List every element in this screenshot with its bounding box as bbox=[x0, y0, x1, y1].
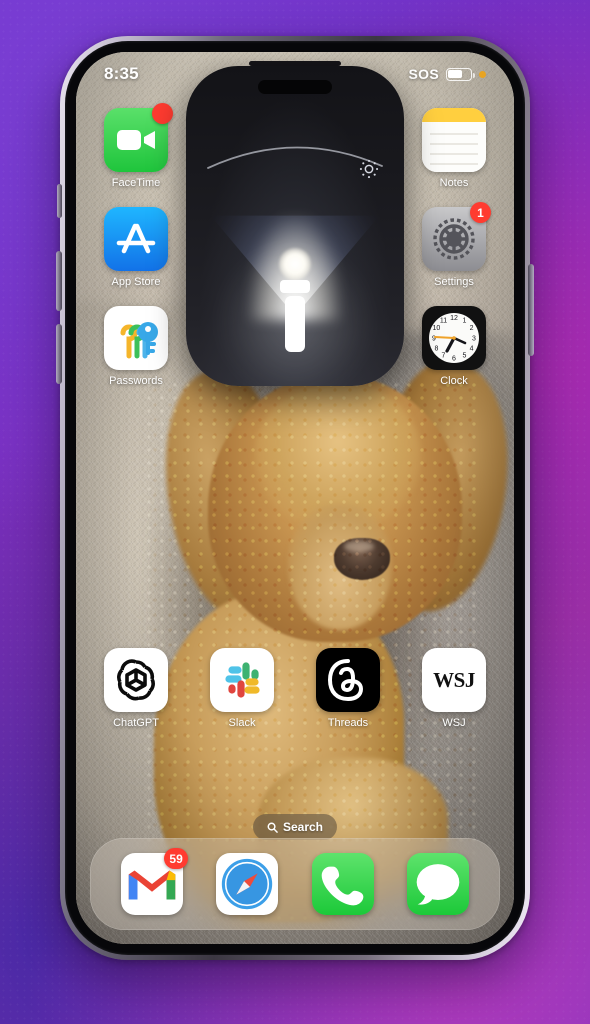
battery-icon bbox=[446, 67, 475, 81]
volume-down-button[interactable] bbox=[56, 324, 62, 384]
app-label: Settings bbox=[434, 276, 474, 288]
search-icon bbox=[267, 822, 278, 833]
status-bar-time: 8:35 bbox=[104, 64, 139, 83]
svg-text:5: 5 bbox=[463, 353, 467, 360]
dock-item-gmail[interactable]: 59 bbox=[120, 848, 188, 915]
facetime-badge bbox=[152, 103, 173, 124]
dock: 59 bbox=[90, 838, 500, 930]
dynamic-island-pill bbox=[258, 80, 332, 94]
app-label: Threads bbox=[327, 717, 369, 729]
orange-status-dot-icon bbox=[479, 70, 486, 78]
dock-item-safari[interactable] bbox=[216, 853, 279, 915]
clock-icon[interactable]: 12 1 23 45 67 89 10 11 bbox=[422, 306, 486, 370]
app-label: FaceTime bbox=[111, 177, 161, 189]
app-wsj[interactable]: WSJ WSJ bbox=[416, 648, 492, 729]
passwords-icon[interactable] bbox=[104, 306, 168, 370]
app-label: Notes bbox=[439, 177, 469, 189]
app-label: Passwords bbox=[109, 375, 163, 387]
home-screen-bottom-row: ChatGPT Slack Threads WSJ WSJ bbox=[76, 648, 514, 747]
svg-text:3: 3 bbox=[472, 335, 476, 342]
phone-screen: 8:35 SOS FaceTime Notes App Store 1 Sett… bbox=[76, 52, 514, 944]
svg-text:1: 1 bbox=[463, 318, 467, 325]
brightness-sun-icon[interactable] bbox=[358, 158, 380, 180]
messages-icon[interactable] bbox=[407, 853, 470, 915]
app-threads[interactable]: Threads bbox=[310, 648, 386, 729]
app-slack[interactable]: Slack bbox=[204, 648, 280, 729]
svg-text:12: 12 bbox=[450, 315, 458, 322]
app-clock[interactable]: 12 1 23 45 67 89 10 11 Clock bbox=[416, 306, 492, 387]
notes-icon[interactable] bbox=[422, 108, 486, 172]
settings-badge: 1 bbox=[470, 202, 491, 223]
app-label: Slack bbox=[228, 717, 256, 729]
wsj-icon[interactable]: WSJ bbox=[422, 648, 486, 712]
app-label: ChatGPT bbox=[113, 717, 159, 729]
dock-item-messages[interactable] bbox=[407, 853, 470, 915]
iphone-device-frame: 8:35 SOS FaceTime Notes App Store 1 Sett… bbox=[56, 36, 534, 960]
power-button[interactable] bbox=[528, 264, 534, 356]
chatgpt-icon[interactable] bbox=[104, 648, 168, 712]
app-label: App Store bbox=[111, 276, 161, 288]
app-notes[interactable]: Notes bbox=[416, 108, 492, 189]
phone-icon[interactable] bbox=[311, 853, 374, 915]
battery-fill bbox=[448, 69, 462, 79]
app-chatgpt[interactable]: ChatGPT bbox=[98, 648, 174, 729]
app-settings[interactable]: 1 Settings bbox=[416, 202, 492, 288]
dock-item-phone[interactable] bbox=[311, 853, 374, 915]
flashlight-icon[interactable] bbox=[271, 266, 319, 362]
svg-text:6: 6 bbox=[452, 356, 456, 363]
sos-indicator: SOS bbox=[408, 66, 439, 82]
search-label: Search bbox=[282, 820, 324, 834]
svg-text:7: 7 bbox=[442, 353, 446, 360]
status-bar-right-group: SOS bbox=[409, 66, 486, 82]
search-button[interactable]: Search bbox=[252, 814, 338, 840]
svg-text:10: 10 bbox=[433, 325, 441, 332]
gmail-badge: 59 bbox=[164, 848, 188, 869]
wsj-wordmark: WSJ bbox=[433, 667, 475, 692]
svg-text:11: 11 bbox=[440, 318, 447, 325]
flashlight-dynamic-island-overlay[interactable] bbox=[186, 66, 404, 386]
volume-up-button[interactable] bbox=[56, 251, 62, 311]
app-facetime[interactable]: FaceTime bbox=[98, 103, 174, 189]
svg-text:8: 8 bbox=[434, 346, 438, 353]
app-label: WSJ bbox=[442, 717, 466, 729]
app-passwords[interactable]: Passwords bbox=[98, 306, 174, 387]
app-app-store[interactable]: App Store bbox=[98, 207, 174, 288]
app-store-icon[interactable] bbox=[104, 207, 168, 271]
app-label: Clock bbox=[440, 375, 468, 387]
svg-text:4: 4 bbox=[470, 346, 474, 353]
svg-text:2: 2 bbox=[470, 325, 474, 332]
action-button[interactable] bbox=[57, 184, 62, 218]
app-row: ChatGPT Slack Threads WSJ WSJ bbox=[98, 648, 492, 729]
slack-icon[interactable] bbox=[210, 648, 274, 712]
threads-icon[interactable] bbox=[316, 648, 380, 712]
safari-icon[interactable] bbox=[216, 853, 279, 915]
